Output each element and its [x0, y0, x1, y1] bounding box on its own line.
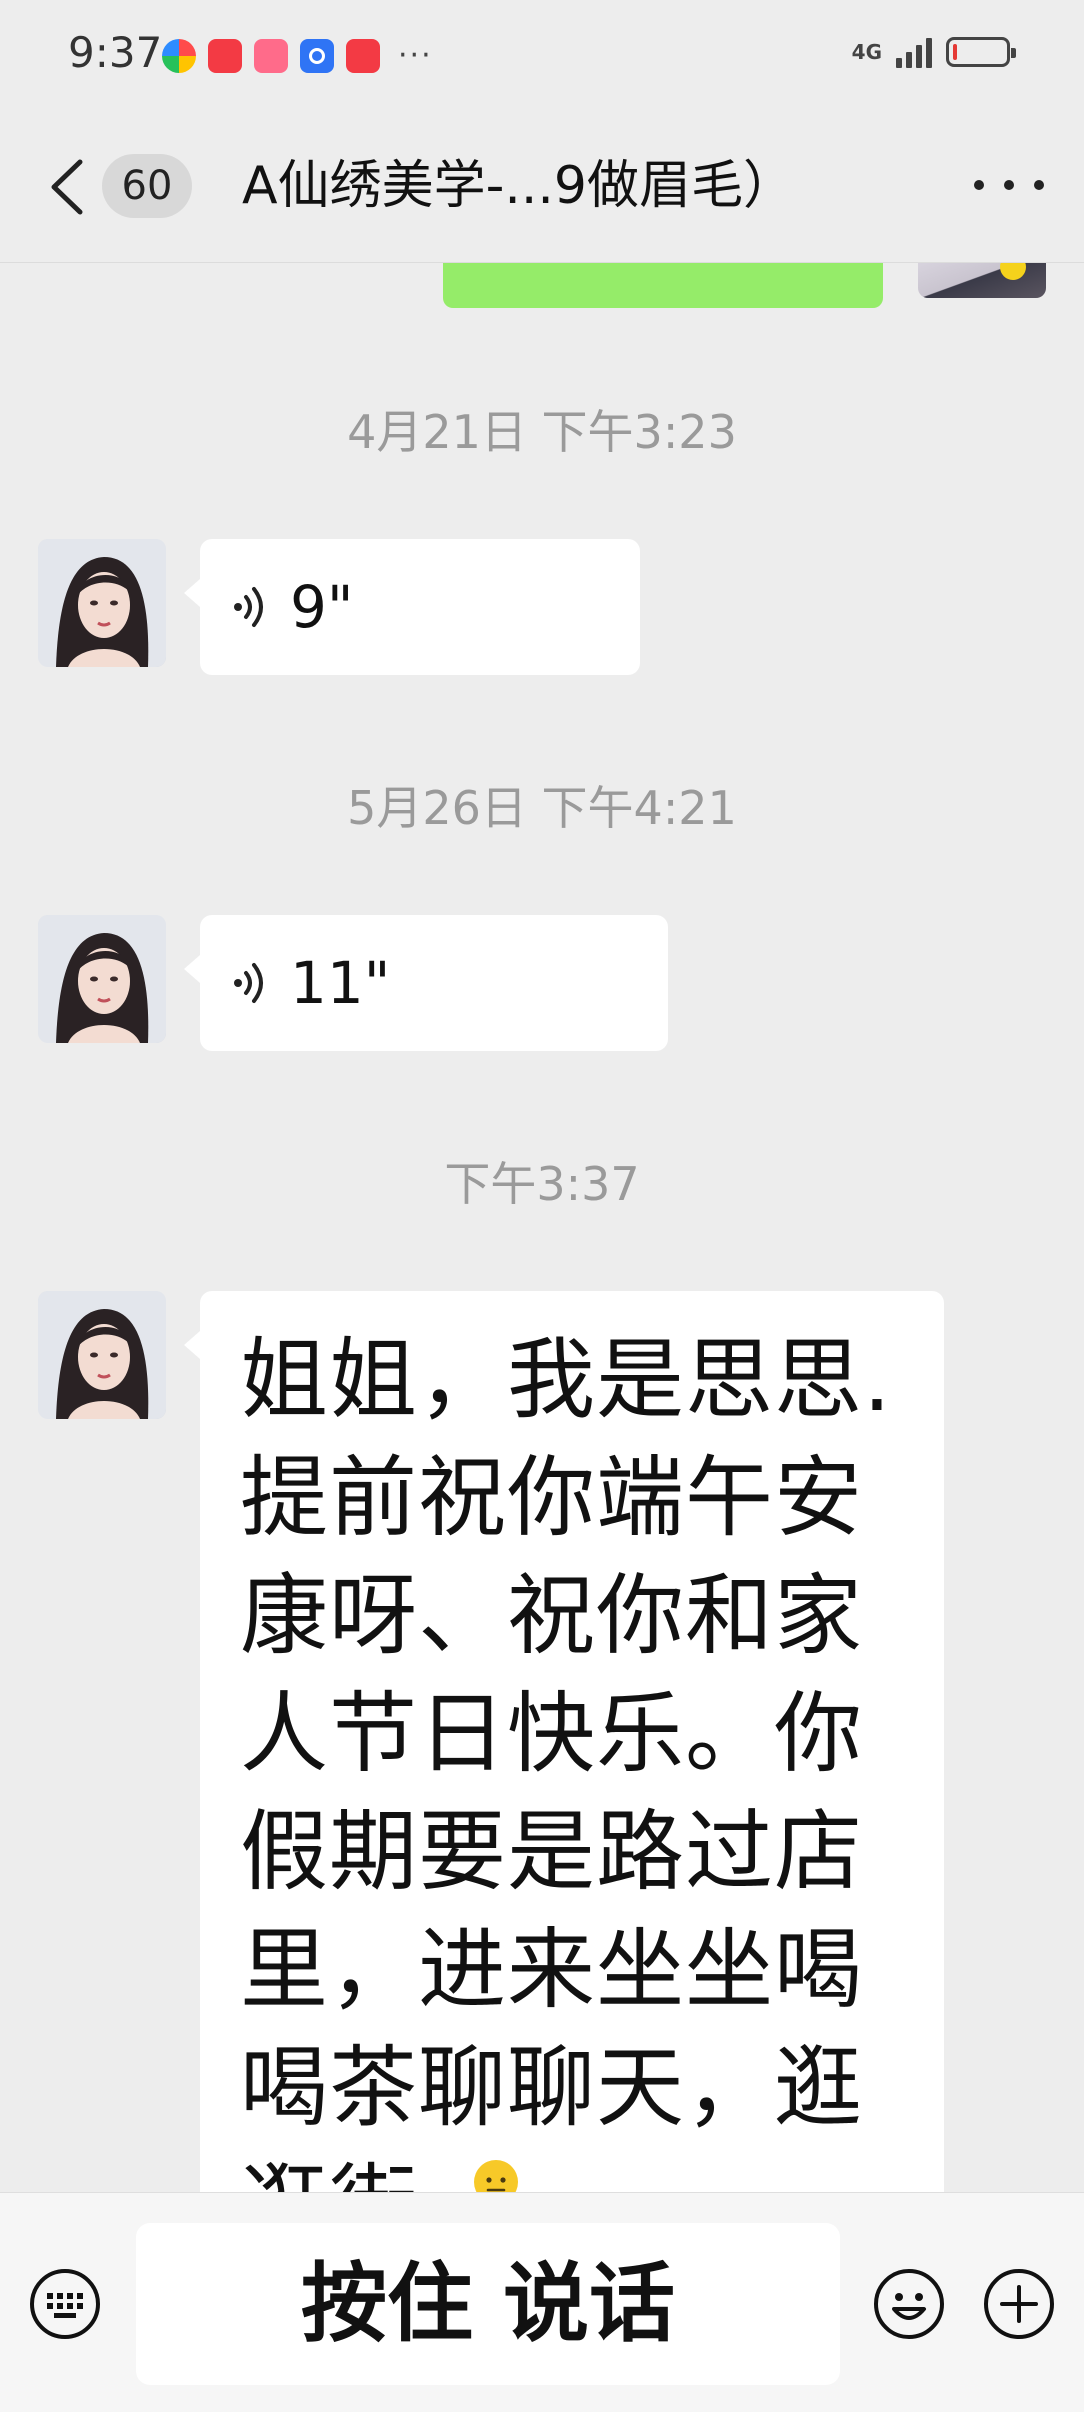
- notification-icons: ···: [162, 38, 433, 73]
- shopping-app-notification-icon: [254, 38, 288, 73]
- voice-message-bubble[interactable]: 9": [184, 539, 640, 675]
- battery-level: [953, 44, 957, 60]
- browser-notification-icon: [300, 38, 334, 73]
- system-indicators: 4G: [851, 36, 1016, 68]
- voice-wave-icon: [234, 963, 263, 1003]
- battery-icon: [946, 37, 1016, 67]
- more-functions-button[interactable]: [982, 2267, 1056, 2341]
- more-dots-icon: [974, 180, 984, 190]
- chat-header: 60 A仙绣美学-...9做眉毛）: [0, 112, 1084, 263]
- signal-strength-icon: [896, 36, 932, 68]
- more-notifications-icon: ···: [398, 38, 433, 73]
- smiley-icon: [874, 2269, 944, 2339]
- person-shrugging-emoji-icon: [473, 2160, 518, 2192]
- huawei-store-notification-icon: [346, 38, 380, 73]
- chevron-left-icon: [51, 159, 83, 215]
- contact-avatar-image: [38, 915, 166, 1043]
- hold-to-talk-button[interactable]: 按住 说话: [136, 2223, 840, 2385]
- voice-wave-icon: [234, 587, 263, 627]
- network-type: 4G: [851, 40, 882, 64]
- keyboard-icon: [30, 2269, 100, 2339]
- plus-circle-icon: [984, 2269, 1054, 2339]
- back-button[interactable]: [40, 152, 100, 222]
- contact-avatar[interactable]: [38, 915, 166, 1043]
- message-timestamp: 4月21日 下午3:23: [347, 405, 737, 459]
- message-text: 姐姐，我是思思.提前祝你端午安康呀、祝你和家人节日快乐。你假期要是路过店里，进来…: [240, 1328, 892, 2192]
- own-avatar[interactable]: [918, 262, 1046, 298]
- message-list[interactable]: 4月21日 下午3:23 9" 5月26日 下午4:21 11" 下午3:37 …: [0, 262, 1084, 2192]
- message-timestamp: 下午3:37: [444, 1157, 640, 1211]
- input-bar: 按住 说话: [0, 2192, 1084, 2412]
- unread-count-badge[interactable]: 60: [102, 154, 192, 218]
- more-dots-icon: [1004, 180, 1014, 190]
- emoji-button[interactable]: [872, 2267, 946, 2341]
- chat-title: A仙绣美学-...9做眉毛）: [242, 156, 796, 216]
- contact-avatar[interactable]: [38, 1291, 166, 1419]
- contact-avatar-image: [38, 539, 166, 667]
- voice-duration: 9": [290, 573, 354, 641]
- more-dots-icon: [1034, 180, 1044, 190]
- keyboard-toggle-button[interactable]: [28, 2267, 102, 2341]
- contact-avatar[interactable]: [38, 539, 166, 667]
- message-timestamp: 5月26日 下午4:21: [347, 781, 737, 835]
- status-bar: 9:37 ··· 4G: [0, 0, 1084, 112]
- contact-avatar-image: [38, 1291, 166, 1419]
- status-time: 9:37: [68, 28, 163, 77]
- huawei-store-notification-icon: [208, 38, 242, 73]
- own-message-bubble-partial[interactable]: [443, 262, 883, 308]
- more-button[interactable]: [974, 160, 1044, 210]
- text-message-bubble[interactable]: 姐姐，我是思思.提前祝你端午安康呀、祝你和家人节日快乐。你假期要是路过店里，进来…: [184, 1291, 944, 2192]
- voice-message-bubble[interactable]: 11": [184, 915, 668, 1051]
- app-notification-icon: [162, 38, 196, 73]
- chat-screen: 9:37 ··· 4G 60 A仙绣美学-...9做眉毛） 4月21日 下午3:…: [0, 0, 1084, 2412]
- voice-duration: 11": [290, 949, 391, 1017]
